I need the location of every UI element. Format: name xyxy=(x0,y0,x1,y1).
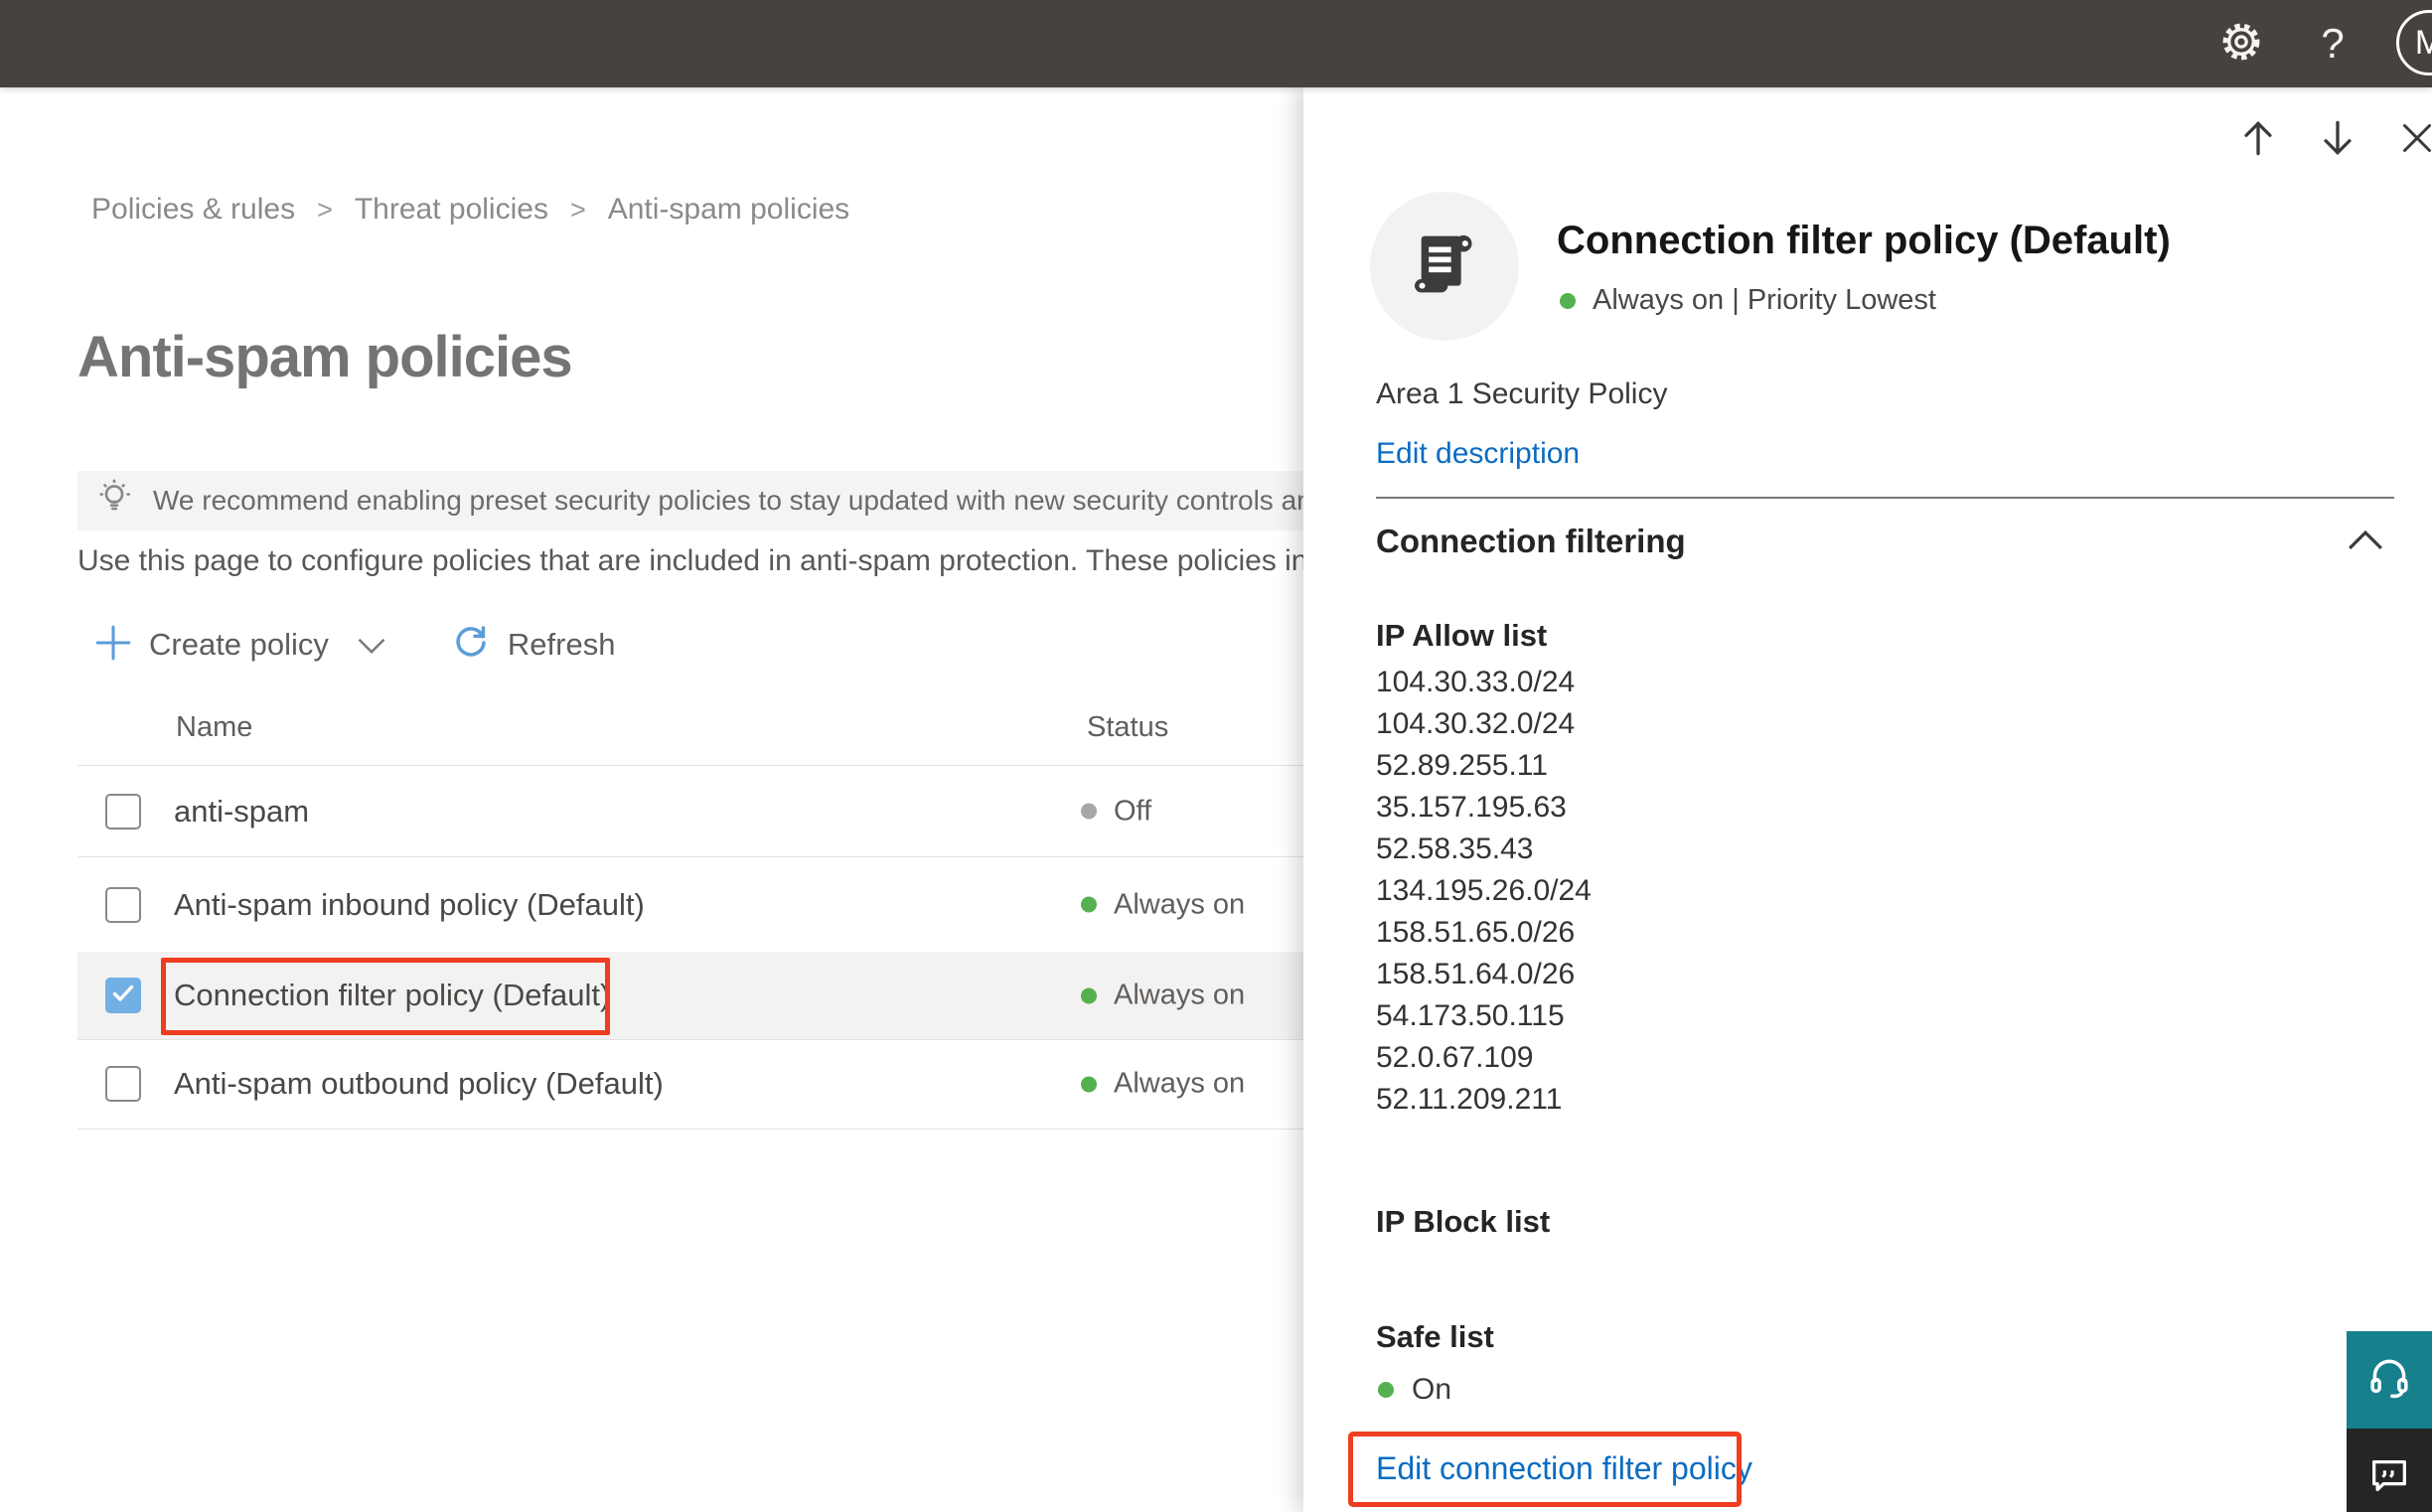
ip-allow-item: 134.195.26.0/24 xyxy=(1376,874,1592,907)
help-icon: ? xyxy=(2321,20,2345,67)
status-dot-on xyxy=(1560,292,1576,309)
policy-icon-circle xyxy=(1370,192,1519,341)
policy-name-link[interactable]: Anti-spam inbound policy (Default) xyxy=(174,887,645,923)
ip-allow-item: 35.157.195.63 xyxy=(1376,791,1567,824)
previous-item-button[interactable] xyxy=(2231,113,2285,167)
row-checkbox[interactable] xyxy=(105,886,141,923)
create-policy-button[interactable]: Create policy xyxy=(93,623,386,668)
ip-allow-list-heading: IP Allow list xyxy=(1376,618,1548,653)
edit-description-link[interactable]: Edit description xyxy=(1376,437,1580,471)
chevron-down-icon xyxy=(357,637,386,660)
safe-list-status-label: On xyxy=(1412,1373,1452,1406)
ip-allow-item: 52.0.67.109 xyxy=(1376,1041,1534,1074)
row-status: Always on xyxy=(1081,888,1245,921)
breadcrumb-anti-spam-policies[interactable]: Anti-spam policies xyxy=(608,193,849,227)
list-toolbar: Create policy Refresh xyxy=(93,616,615,674)
check-icon xyxy=(111,983,135,1008)
ip-allow-item: 104.30.32.0/24 xyxy=(1376,707,1576,740)
ip-allow-item: 104.30.33.0/24 xyxy=(1376,666,1576,698)
app-top-bar: ? M xyxy=(0,0,2432,87)
page-title: Anti-spam policies xyxy=(77,325,573,389)
column-header-status[interactable]: Status xyxy=(1087,711,1168,744)
account-avatar[interactable]: M xyxy=(2396,10,2432,76)
ip-allow-list: 104.30.33.0/24 104.30.32.0/24 52.89.255.… xyxy=(1376,662,1592,1121)
lightbulb-icon xyxy=(93,477,135,526)
close-icon xyxy=(2397,118,2432,163)
section-connection-filtering[interactable]: Connection filtering xyxy=(1376,523,1686,560)
scroll-policy-icon xyxy=(1405,225,1484,309)
policy-name-link[interactable]: anti-spam xyxy=(174,794,309,830)
status-label: Always on xyxy=(1114,1067,1246,1100)
edit-connection-filter-policy-link[interactable]: Edit connection filter policy xyxy=(1376,1450,1752,1487)
row-status: Always on xyxy=(1081,1068,1245,1101)
column-header-name[interactable]: Name xyxy=(176,711,252,744)
feedback-bubble-icon xyxy=(2366,1452,2412,1503)
ip-allow-item: 158.51.65.0/26 xyxy=(1376,916,1576,949)
feedback-button[interactable] xyxy=(2347,1429,2432,1512)
plus-icon xyxy=(93,623,133,668)
next-item-button[interactable] xyxy=(2311,113,2364,167)
support-button[interactable] xyxy=(2347,1331,2432,1429)
ip-allow-item: 54.173.50.115 xyxy=(1376,999,1565,1032)
row-status: Off xyxy=(1081,795,1151,828)
panel-status-text: Always on | Priority Lowest xyxy=(1593,284,1936,316)
refresh-icon xyxy=(450,622,492,669)
page-description: Use this page to configure policies that… xyxy=(77,544,1380,577)
refresh-button[interactable]: Refresh xyxy=(450,622,616,669)
breadcrumb-separator-icon: > xyxy=(317,194,333,225)
settings-button[interactable] xyxy=(2211,0,2271,87)
help-button[interactable]: ? xyxy=(2303,0,2362,87)
ip-allow-item: 52.11.209.211 xyxy=(1376,1083,1563,1116)
policy-name-link[interactable]: Anti-spam outbound policy (Default) xyxy=(174,1066,664,1102)
avatar-initial: M xyxy=(2414,23,2432,62)
headset-icon xyxy=(2364,1353,2414,1408)
status-label: Off xyxy=(1114,795,1152,827)
row-checkbox[interactable] xyxy=(105,793,141,830)
close-panel-button[interactable] xyxy=(2390,113,2432,167)
row-checkbox-checked[interactable] xyxy=(105,978,141,1013)
breadcrumb: Policies & rules > Threat policies > Ant… xyxy=(91,193,849,227)
status-label: Always on xyxy=(1114,888,1246,920)
ip-allow-item: 52.58.35.43 xyxy=(1376,832,1534,865)
policy-name-link[interactable]: Connection filter policy (Default) xyxy=(174,978,610,1013)
status-dot-on xyxy=(1081,896,1097,913)
create-policy-label: Create policy xyxy=(149,627,329,662)
status-dot-on xyxy=(1378,1382,1394,1398)
row-checkbox[interactable] xyxy=(105,1066,141,1102)
panel-title: Connection filter policy (Default) xyxy=(1557,219,2171,262)
details-panel: Connection filter policy (Default) Alway… xyxy=(1303,87,2432,1512)
breadcrumb-separator-icon: > xyxy=(569,194,586,225)
breadcrumb-threat-policies[interactable]: Threat policies xyxy=(355,193,548,227)
safe-list-heading: Safe list xyxy=(1376,1319,1494,1354)
safe-list-status: On xyxy=(1378,1373,1451,1407)
ip-block-list-heading: IP Block list xyxy=(1376,1204,1551,1239)
chevron-up-icon[interactable] xyxy=(2347,529,2384,557)
panel-status-line: Always on | Priority Lowest xyxy=(1560,284,1936,317)
status-dot-on xyxy=(1081,1076,1097,1092)
refresh-label: Refresh xyxy=(507,627,616,662)
row-status: Always on xyxy=(1081,980,1245,1012)
gear-icon xyxy=(2218,19,2264,70)
policy-description: Area 1 Security Policy xyxy=(1376,378,1668,410)
ip-allow-item: 158.51.64.0/26 xyxy=(1376,958,1576,990)
arrow-up-icon xyxy=(2236,116,2280,165)
panel-divider xyxy=(1376,497,2394,499)
arrow-down-icon xyxy=(2316,116,2359,165)
anti-spam-policies-page: ? M Policies & rules > Threat policies >… xyxy=(0,0,2432,1512)
breadcrumb-policies-rules[interactable]: Policies & rules xyxy=(91,193,295,227)
status-label: Always on xyxy=(1114,979,1246,1011)
status-dot-off xyxy=(1081,803,1097,820)
ip-allow-item: 52.89.255.11 xyxy=(1376,749,1548,782)
status-dot-on xyxy=(1081,987,1097,1003)
banner-text: We recommend enabling preset security po… xyxy=(153,485,1500,516)
